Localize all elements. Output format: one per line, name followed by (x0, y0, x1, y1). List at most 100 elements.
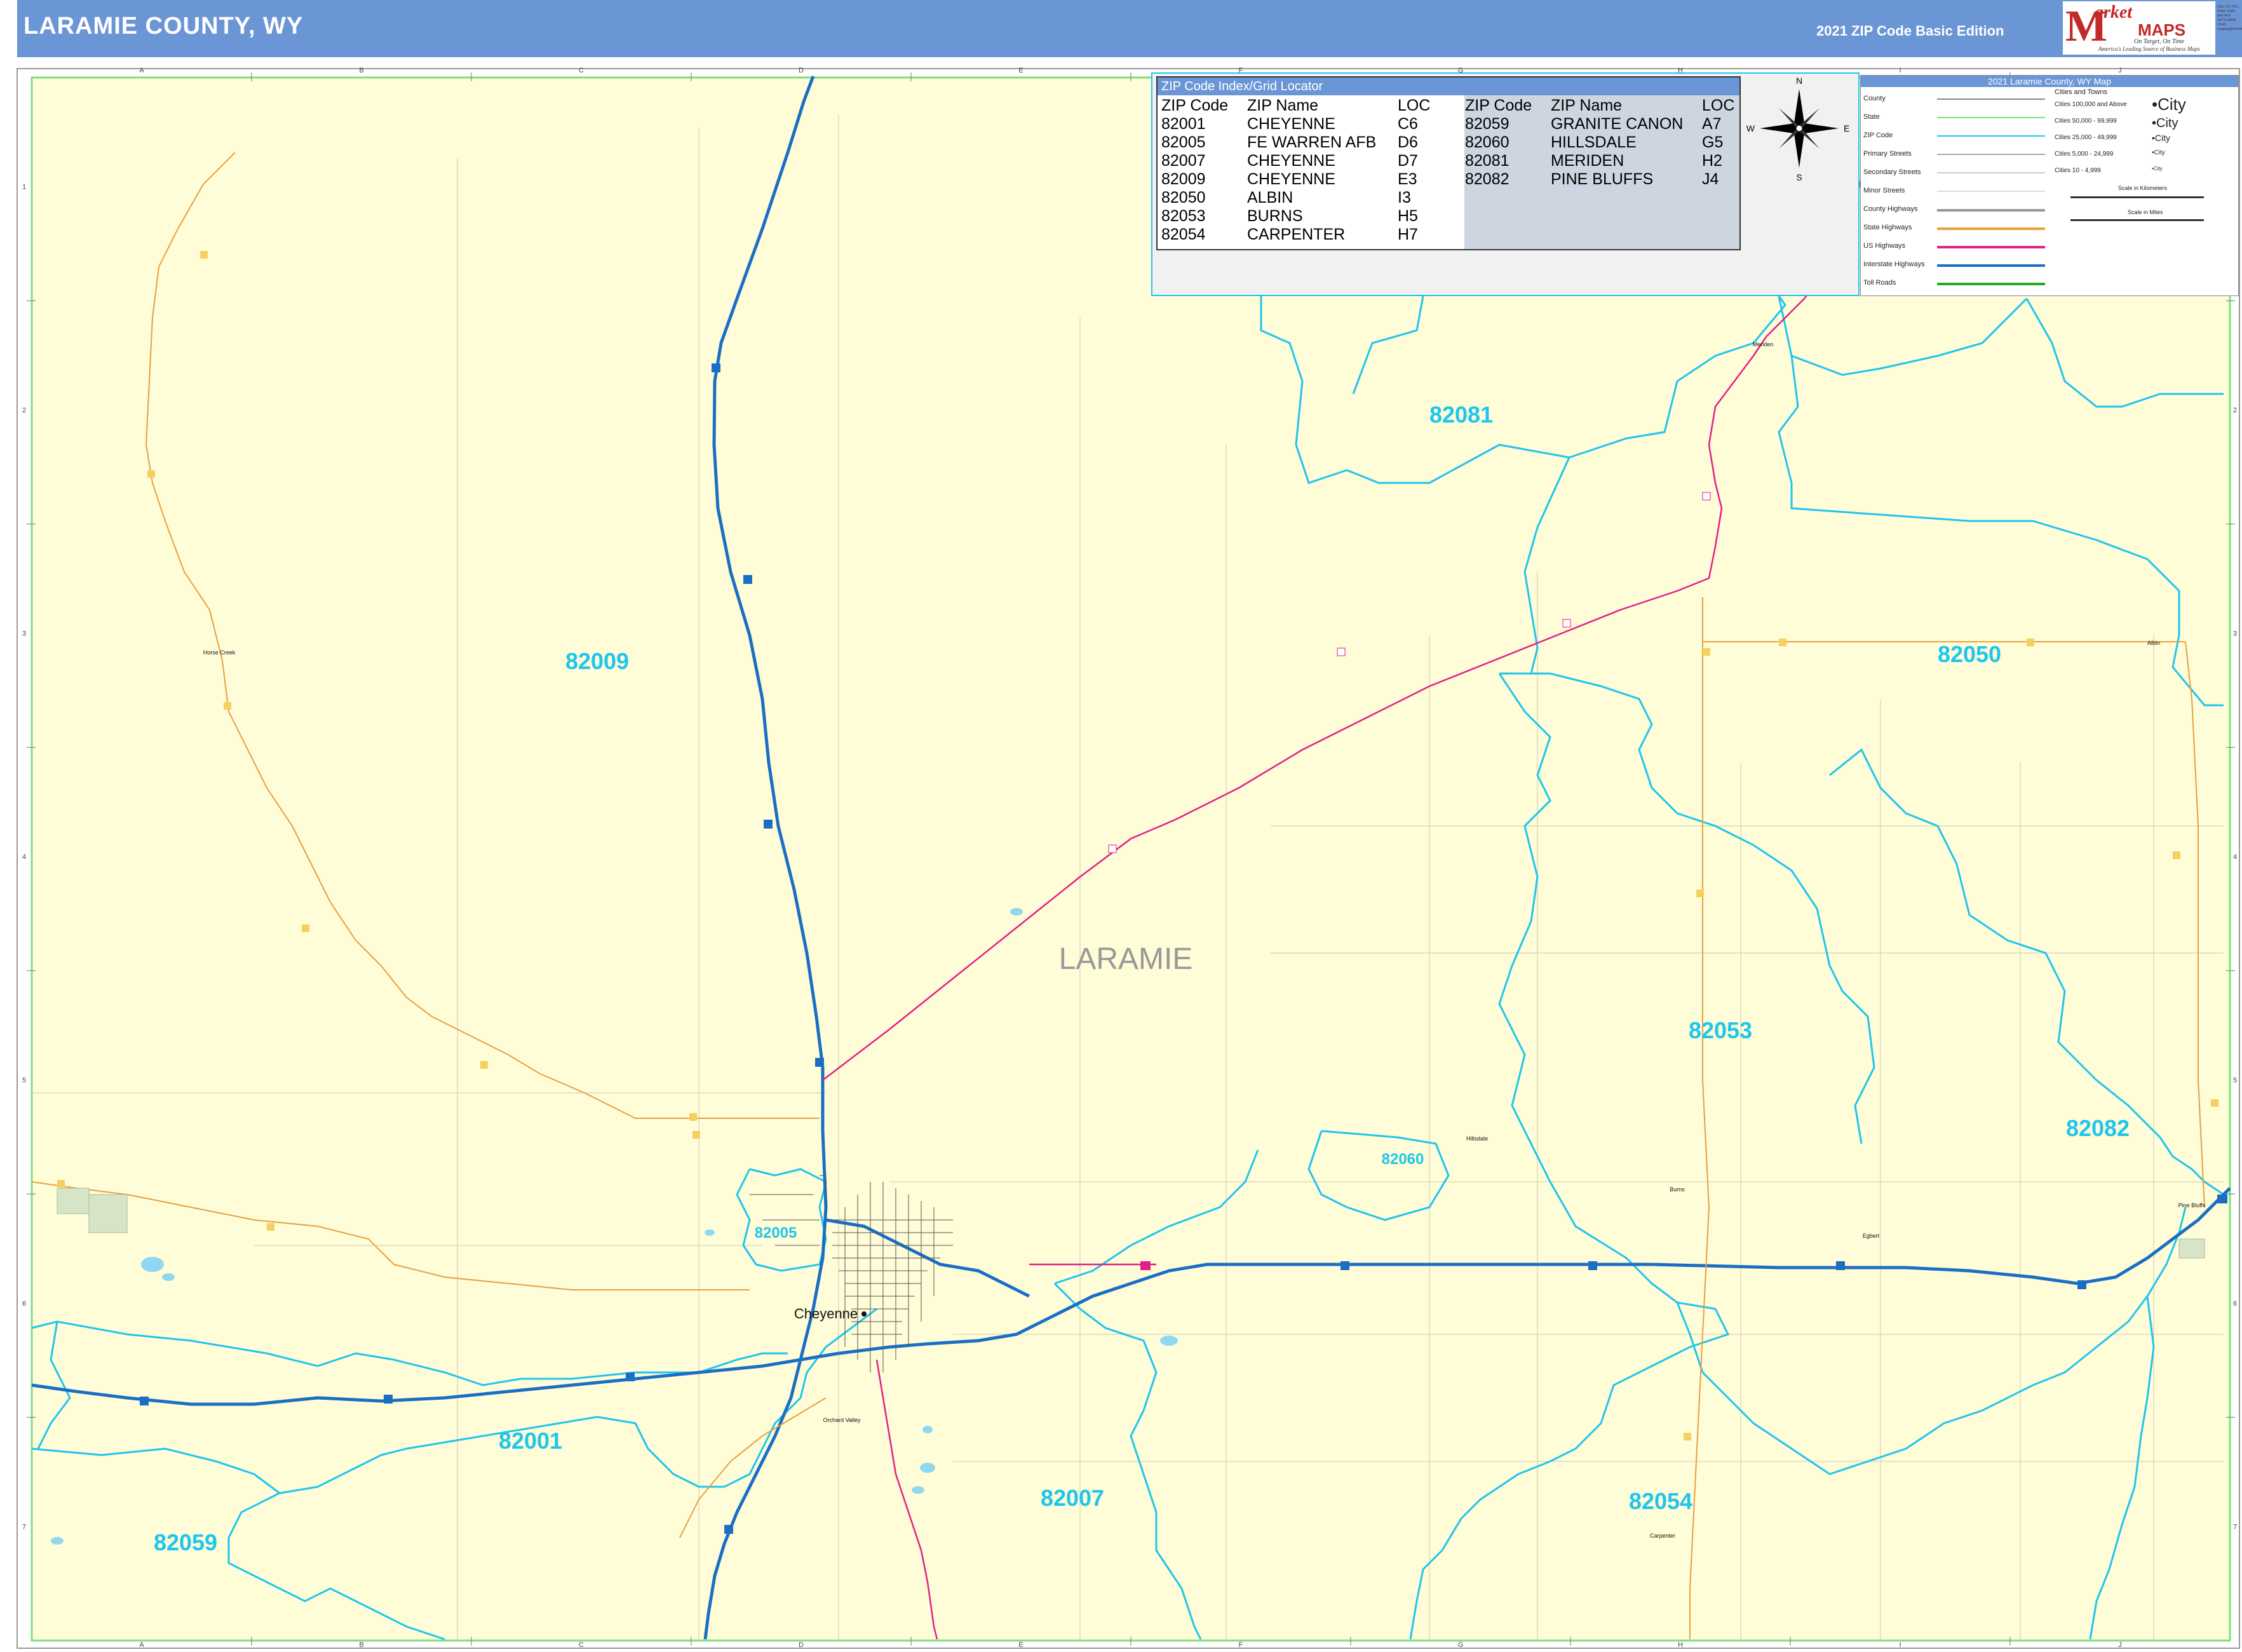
grid-col-label: G (1458, 1641, 1464, 1649)
name-cell: ALBIN (1247, 189, 1293, 207)
name-cell: CHEYENNE (1247, 115, 1335, 133)
legend-city-label: Cities 10 - 4,999 (2055, 167, 2101, 174)
city-label-egbert[interactable]: Egbert (1863, 1233, 1880, 1239)
loc-cell: G5 (1702, 133, 1724, 151)
header-zip-code: ZIP Code (1161, 97, 1229, 114)
grid-col-label: H (1678, 1641, 1683, 1649)
zip-cell: 82081 (1465, 152, 1509, 170)
legend-city-sample: •City (2152, 133, 2171, 143)
grid-col-label: A (139, 67, 144, 74)
grid-col-label: B (359, 67, 363, 74)
legend-city-label: Cities 50,000 - 99,999 (2055, 118, 2117, 125)
loc-cell: H5 (1398, 207, 1418, 225)
county-label: LARAMIE (1059, 942, 1193, 976)
legend-item-label: County Highways (1863, 205, 1918, 213)
table-row[interactable]: 82060 HILLSDALE G5 (1465, 133, 1734, 152)
city-label-burns[interactable]: Burns (1670, 1186, 1685, 1193)
legend-swatch (1937, 264, 2045, 267)
legend-city-sample: •City (2152, 149, 2165, 156)
city-label-albin[interactable]: Albin (2147, 640, 2160, 646)
city-label-pine-bluffs[interactable]: Pine Bluffs (2178, 1202, 2206, 1209)
grid-col-label: B (359, 1641, 363, 1649)
table-row[interactable]: 82053 BURNS H5 (1161, 207, 1430, 226)
grid-col-label: C (579, 67, 584, 74)
legend-item-label: Toll Roads (1863, 279, 1896, 287)
grid-row-label: 1 (22, 184, 26, 191)
table-row[interactable]: 82005 FE WARREN AFB D6 (1161, 133, 1430, 152)
grid-row-label: 4 (2233, 853, 2237, 861)
city-label-horse-creek[interactable]: Horse Creek (203, 649, 236, 656)
grid-row-label: 6 (22, 1300, 26, 1308)
table-row[interactable]: 82001 CHEYENNE C6 (1161, 115, 1430, 133)
grid-row-label: 2 (2233, 407, 2237, 414)
legend-swatch (1937, 227, 2045, 230)
grid-col-label: C (579, 1641, 584, 1649)
loc-cell: A7 (1702, 115, 1722, 133)
zip-label-82081: 82081 (1429, 402, 1493, 428)
loc-cell: D7 (1398, 152, 1418, 170)
grid-col-label: F (1239, 1641, 1243, 1649)
legend-item-label: State Highways (1863, 224, 1912, 231)
legend-city-label: Cities 100,000 and Above (2055, 101, 2127, 108)
grid-col-label: I (1899, 67, 1901, 74)
legend-title: 2021 Laramie County, WY Map (1861, 76, 2238, 87)
grid-col-label: J (2118, 67, 2122, 74)
loc-cell: J4 (1702, 170, 1719, 188)
zip-cell: 82007 (1161, 152, 1206, 170)
grid-row-label: 3 (22, 630, 26, 638)
grid-row-label: 6 (2233, 1300, 2237, 1308)
city-label-cheyenne[interactable]: Cheyenne (794, 1306, 858, 1322)
header-loc: LOC (1702, 97, 1735, 114)
table-row[interactable]: 82007 CHEYENNE D7 (1161, 152, 1430, 170)
zip-cell: 82009 (1161, 170, 1206, 188)
name-cell: CHEYENNE (1247, 152, 1335, 170)
table-row[interactable]: 82054 CARPENTER H7 (1161, 226, 1430, 244)
table-row[interactable]: 82081 MERIDEN H2 (1465, 152, 1734, 170)
legend-swatch (1937, 117, 2045, 118)
grid-col-label: J (2118, 1641, 2122, 1649)
zip-cell: 82082 (1465, 170, 1509, 188)
loc-cell: D6 (1398, 133, 1418, 151)
header-zip-code: ZIP Code (1465, 97, 1532, 114)
legend-swatch (1937, 246, 2045, 248)
city-label-meriden[interactable]: Meriden (1753, 341, 1774, 348)
zip-cell: 82050 (1161, 189, 1206, 207)
grid-col-label: D (799, 67, 804, 74)
zip-index-left: ZIP Code ZIP Name LOC 82001 CHEYENNE C6 82… (1161, 97, 1430, 244)
grid-col-label: D (799, 1641, 804, 1649)
legend-item-label: Interstate Highways (1863, 261, 1925, 268)
table-row[interactable]: 82082 PINE BLUFFS J4 (1465, 170, 1734, 189)
name-cell: CHEYENNE (1247, 170, 1335, 188)
legend-swatch (1937, 154, 2045, 155)
zip-label-82001: 82001 (499, 1428, 562, 1454)
city-label-orchard-valley[interactable]: Orchard Valley (823, 1417, 861, 1423)
grid-col-label: I (1899, 1641, 1901, 1649)
map-legend: 2021 Laramie County, WY Map County State Z… (1860, 75, 2239, 296)
grid-col-label: A (139, 1641, 144, 1649)
scale-bar-mi (2070, 219, 2204, 221)
zip-index-header-row: ZIP Code ZIP Name LOC (1465, 97, 1734, 115)
grid-row-label: 3 (2233, 630, 2237, 638)
legend-swatch (1937, 283, 2045, 285)
loc-cell: H7 (1398, 226, 1418, 243)
zip-cell: 82060 (1465, 133, 1509, 151)
zip-index-right: ZIP Code ZIP Name LOC 82059 GRANITE CANON… (1465, 97, 1734, 189)
table-row[interactable]: 82050 ALBIN I3 (1161, 189, 1430, 207)
table-row[interactable]: 82009 CHEYENNE E3 (1161, 170, 1430, 189)
city-label-carpenter[interactable]: Carpenter (1650, 1533, 1675, 1539)
legend-cities-title: Cities and Towns (2055, 88, 2107, 96)
legend-city-sample: •City (2152, 166, 2163, 172)
zip-label-82053: 82053 (1689, 1017, 1752, 1043)
name-cell: FE WARREN AFB (1247, 133, 1377, 151)
zip-label-82060: 82060 (1382, 1151, 1424, 1168)
city-label-hillsdale[interactable]: Hillsdale (1466, 1135, 1488, 1142)
zip-cell: 82054 (1161, 226, 1206, 243)
legend-swatch (1937, 191, 2045, 192)
table-row[interactable]: 82059 GRANITE CANON A7 (1465, 115, 1734, 133)
header-zip-name: ZIP Name (1551, 97, 1623, 114)
legend-item-label: Primary Streets (1863, 150, 1912, 158)
legend-city-sample: •City (2152, 95, 2186, 114)
legend-swatch (1937, 172, 2045, 173)
grid-row-label: 2 (22, 407, 26, 414)
loc-cell: E3 (1398, 170, 1417, 188)
